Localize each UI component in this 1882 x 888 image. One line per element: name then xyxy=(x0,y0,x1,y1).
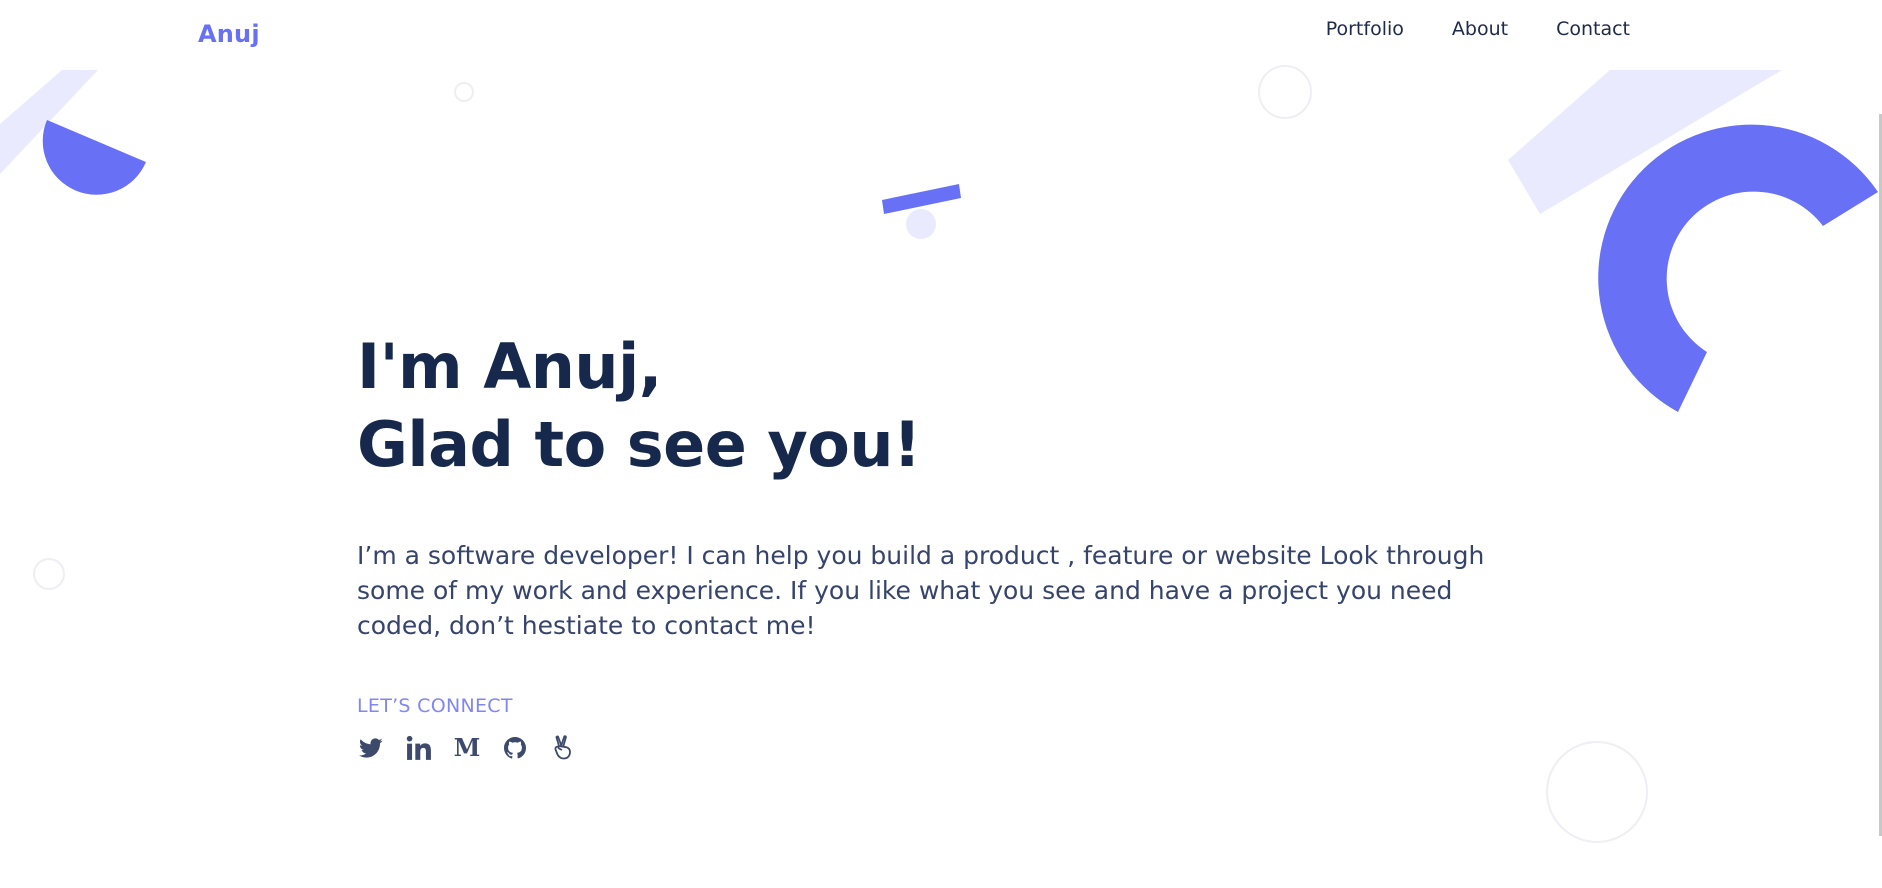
decor-arc-top-right xyxy=(1598,124,1878,413)
twitter-link[interactable] xyxy=(357,733,385,763)
decor-ring-left xyxy=(33,558,65,590)
site-logo[interactable]: Anuj xyxy=(198,20,260,48)
svg-text:M: M xyxy=(454,737,481,759)
twitter-icon xyxy=(358,738,383,758)
hero-title-line1: I'm Anuj, xyxy=(357,330,662,403)
medium-link[interactable]: M xyxy=(453,733,481,763)
decor-ring-bottom-right xyxy=(1546,741,1648,843)
nav-link-about[interactable]: About xyxy=(1452,18,1508,40)
hero-title: I'm Anuj, Glad to see you! xyxy=(357,328,1497,484)
page: Anuj Portfolio About Contact I'm Anuj, G… xyxy=(0,0,1882,888)
angellist-link[interactable] xyxy=(549,733,577,763)
decor-dot-center xyxy=(906,209,936,239)
connect-label: LET’S CONNECT xyxy=(357,695,513,717)
angellist-icon xyxy=(554,735,571,760)
decor-ring-top-center xyxy=(1258,65,1312,119)
hero-description: I’m a software developer! I can help you… xyxy=(357,541,1485,640)
decor-half-circle-top-left xyxy=(42,120,146,195)
medium-icon: M xyxy=(454,737,481,759)
github-icon xyxy=(504,737,526,759)
nav-link-portfolio[interactable]: Portfolio xyxy=(1326,18,1404,40)
linkedin-icon xyxy=(406,735,431,760)
site-header: Anuj Portfolio About Contact xyxy=(0,0,1882,70)
github-link[interactable] xyxy=(501,733,529,763)
nav-link-contact[interactable]: Contact xyxy=(1556,18,1630,40)
hero-section: I'm Anuj, Glad to see you! I’m a softwar… xyxy=(357,328,1497,763)
decor-ring-small-top xyxy=(454,82,474,102)
hero-title-line2: Glad to see you! xyxy=(357,408,921,481)
main-nav: Portfolio About Contact xyxy=(1326,18,1630,40)
social-links: M xyxy=(357,733,1497,763)
linkedin-link[interactable] xyxy=(405,733,433,763)
